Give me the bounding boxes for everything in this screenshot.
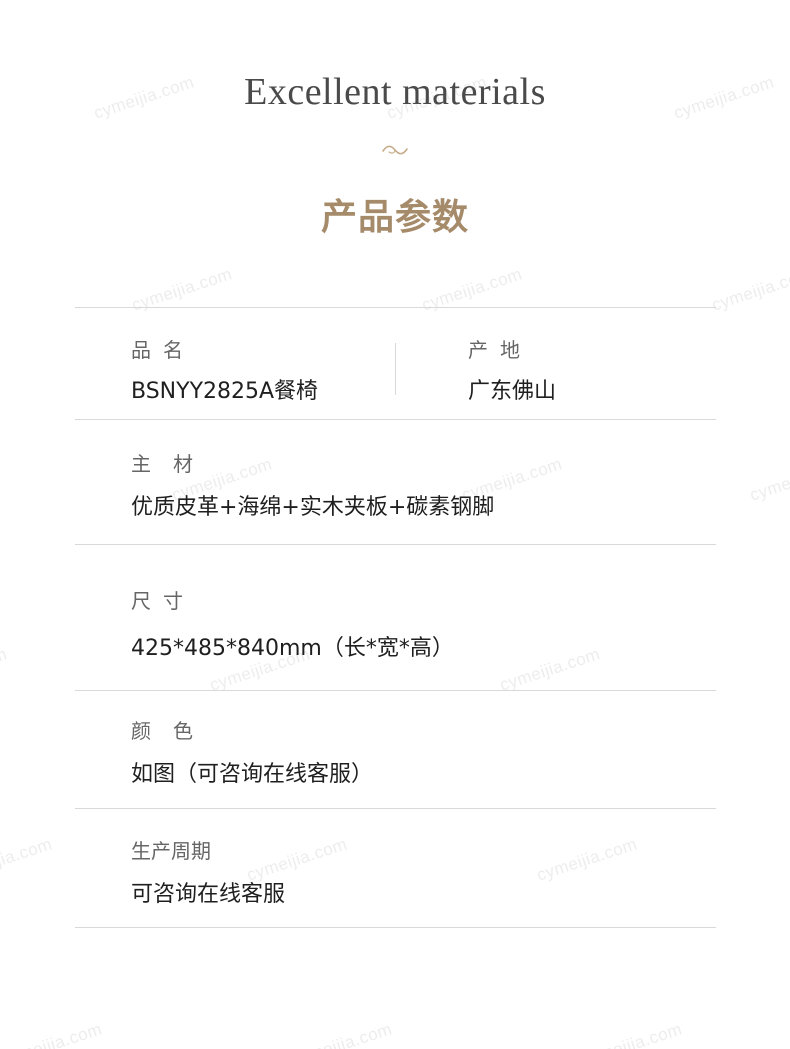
spec-label: 主材 [131, 452, 215, 476]
watermark-text: cymeijia.com [289, 1019, 395, 1049]
spec-label: 产地 [468, 338, 532, 362]
spec-cell-color: 颜色 如图（可咨询在线客服） [131, 715, 373, 788]
spec-value: 可咨询在线客服 [131, 882, 286, 907]
spec-table: 品名 BSNYY2825A餐椅 产地 广东佛山 主材 优质皮革+海绵+实木夹板+… [75, 307, 716, 928]
spec-label: 颜色 [131, 719, 215, 743]
spec-value: BSNYY2825A餐椅 [131, 379, 319, 404]
spec-value: 优质皮革+海绵+实木夹板+碳素钢脚 [131, 495, 495, 520]
watermark-text: cymeijia.com [709, 264, 790, 315]
spec-cell-origin: 产地 广东佛山 [468, 334, 556, 405]
watermark-text: cymeijia.com [0, 834, 55, 885]
spec-row-size: 尺寸 425*485*840mm（长*宽*高） [75, 544, 716, 690]
spec-label: 生产周期 [131, 839, 211, 863]
watermark-text: cymeijia.com [0, 1019, 105, 1049]
spec-row-cycle: 生产周期 可咨询在线客服 [75, 808, 716, 928]
spec-cell-name: 品名 BSNYY2825A餐椅 [131, 334, 318, 405]
spec-row-color: 颜色 如图（可咨询在线客服） [75, 690, 716, 808]
spec-value: 广东佛山 [468, 379, 557, 404]
ornament-swirl-icon [382, 145, 408, 155]
watermark-text: cymeijia.com [579, 1019, 685, 1049]
spec-label: 尺寸 [131, 589, 195, 613]
chinese-heading: 产品参数 [320, 196, 469, 238]
spec-value: 如图（可咨询在线客服） [131, 762, 374, 787]
spec-row-name-origin: 品名 BSNYY2825A餐椅 产地 广东佛山 [75, 307, 716, 419]
spec-cell-size: 尺寸 425*485*840mm（长*宽*高） [131, 585, 454, 662]
spec-label: 品名 [131, 338, 195, 362]
spec-value: 425*485*840mm（长*宽*高） [131, 636, 454, 661]
watermark-text: cymeijia.com [0, 644, 10, 695]
spec-row-material: 主材 优质皮革+海绵+实木夹板+碳素钢脚 [75, 419, 716, 544]
english-heading: Excellent materials [244, 71, 546, 113]
column-divider [395, 343, 396, 395]
watermark-text: cymeijia.com [747, 454, 790, 505]
spec-cell-material: 主材 优质皮革+海绵+实木夹板+碳素钢脚 [131, 448, 494, 521]
spec-cell-cycle: 生产周期 可咨询在线客服 [131, 835, 285, 908]
